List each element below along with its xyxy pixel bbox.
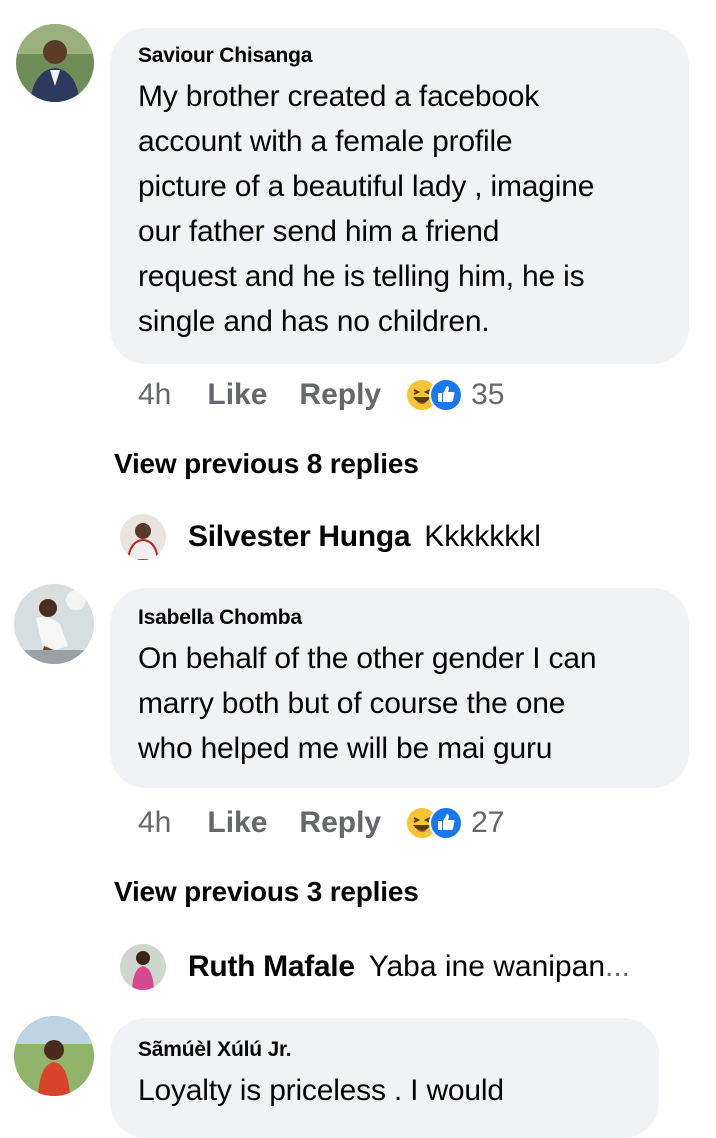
comment-bubble: Saviour Chisanga My brother created a fa… (110, 28, 689, 364)
like-thumb-icon (429, 806, 464, 840)
comment-bubble: Sãmúèl Xúlú Jr. Loyalty is priceless . I… (110, 1018, 659, 1138)
comment-text-line: Loyalty is priceless . I would (138, 1074, 504, 1107)
reaction-count: 27 (471, 806, 505, 839)
avatar[interactable] (16, 24, 94, 102)
comment-text-line: marry both but of course the one (138, 687, 566, 720)
comment-text: Loyalty is priceless . I would (138, 1068, 633, 1113)
comment-author[interactable]: Isabella Chomba (138, 606, 663, 630)
avatar[interactable] (120, 514, 166, 560)
reply-button[interactable]: Reply (299, 806, 381, 840)
comment-text-line: our father send him a friend (138, 215, 500, 248)
like-button[interactable]: Like (207, 806, 267, 840)
reply-text: Yaba ine wanipan... (369, 950, 630, 984)
comment-text-line: My brother created a facebook (138, 80, 540, 113)
avatar[interactable] (14, 1016, 94, 1096)
comment-text-line: single and has no children. (138, 305, 490, 338)
comment-author[interactable]: Sãmúèl Xúlú Jr. (138, 1038, 633, 1062)
reply-author[interactable]: Silvester Hunga (188, 520, 411, 554)
comment-author[interactable]: Saviour Chisanga (138, 44, 663, 68)
reply-ellipsis: ... (605, 950, 631, 983)
reply-text-content: Yaba ine wanipan (368, 950, 606, 983)
comment-text-line: On behalf of the other gender I can (138, 642, 597, 675)
comment-text-line: account with a female profile (138, 125, 513, 158)
comment-text: My brother created a facebook account wi… (138, 74, 663, 344)
avatar[interactable] (14, 584, 94, 664)
comment-text-line: request and he is telling him, he is (138, 260, 585, 293)
comment-time[interactable]: 4h (138, 378, 171, 412)
comment-actions: 4h Like Reply 27 (138, 806, 504, 840)
reply-preview[interactable]: Silvester Hunga Kkkkkkkl (120, 514, 541, 560)
reaction-summary[interactable]: 27 (405, 806, 504, 840)
comment-text-line: who helped me will be mai guru (138, 732, 553, 765)
comment-time[interactable]: 4h (138, 806, 171, 840)
view-previous-replies[interactable]: View previous 3 replies (114, 876, 419, 908)
view-previous-replies[interactable]: View previous 8 replies (114, 448, 419, 480)
reply-author[interactable]: Ruth Mafale (188, 950, 355, 984)
reaction-summary[interactable]: 35 (405, 378, 504, 412)
avatar[interactable] (120, 944, 166, 990)
reply-button[interactable]: Reply (299, 378, 381, 412)
reaction-count: 35 (471, 378, 505, 411)
comment-text: On behalf of the other gender I can marr… (138, 636, 663, 771)
comment-text-line: picture of a beautiful lady , imagine (138, 170, 595, 203)
like-button[interactable]: Like (207, 378, 267, 412)
like-thumb-icon (429, 378, 464, 412)
comment-actions: 4h Like Reply 35 (138, 378, 504, 412)
comment-bubble: Isabella Chomba On behalf of the other g… (110, 588, 689, 788)
reply-text: Kkkkkkkl (424, 520, 541, 553)
reply-preview[interactable]: Ruth Mafale Yaba ine wanipan... (120, 944, 630, 990)
